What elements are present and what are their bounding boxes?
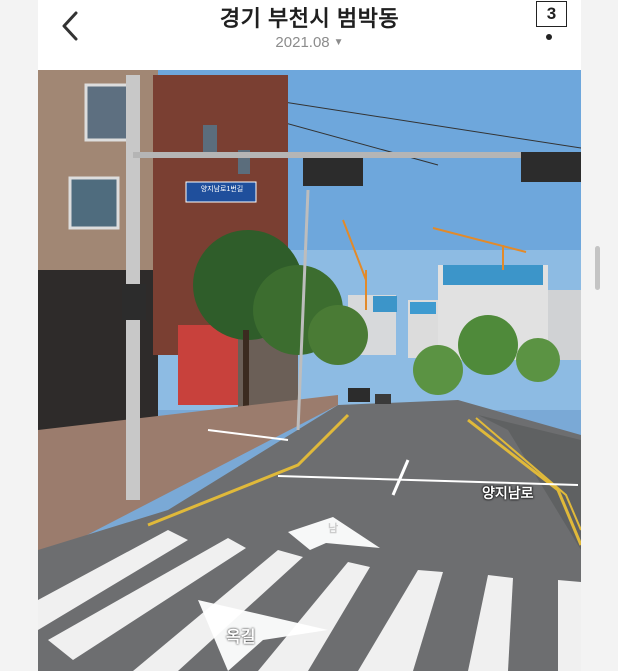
nav-arrow-back[interactable]: 옥길 xyxy=(226,623,255,647)
street-sign: 양지남로1번길 xyxy=(200,186,244,193)
street-view-image[interactable]: 양지남로1번길 양지남로 남 옥길 xyxy=(38,70,581,671)
photo-count-badge[interactable]: 3 xyxy=(536,1,567,27)
indicator-dot xyxy=(546,34,552,40)
date-selector[interactable]: 2021.08 ▼ xyxy=(38,34,581,51)
top-bar: 경기 부천시 범박동 2021.08 ▼ 3 xyxy=(38,0,581,70)
caret-down-icon: ▼ xyxy=(333,37,344,48)
date-label: 2021.08 xyxy=(275,34,330,51)
nav-arrow-forward[interactable]: 남 xyxy=(328,520,338,536)
road-name-label: 양지남로 xyxy=(482,485,534,501)
location-title: 경기 부천시 범박동 xyxy=(219,6,400,31)
scrollbar[interactable] xyxy=(595,246,600,290)
